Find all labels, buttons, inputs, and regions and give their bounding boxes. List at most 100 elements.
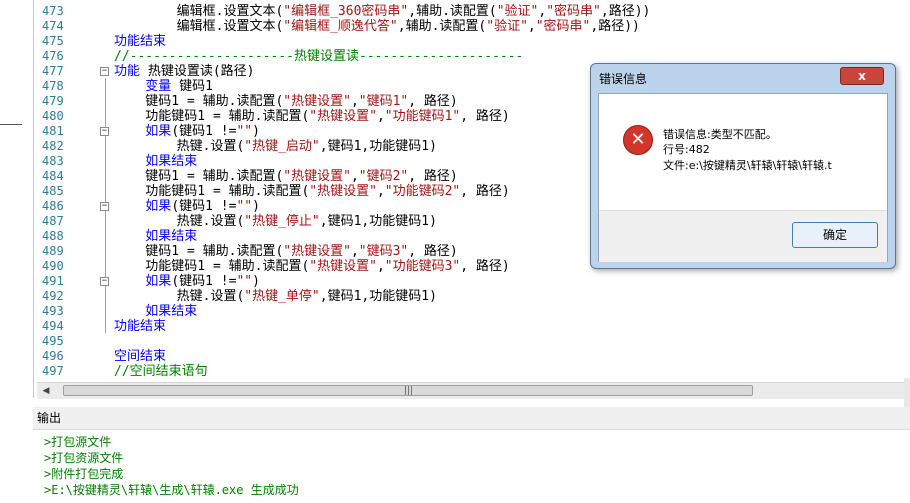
line-number: 492 — [42, 289, 64, 303]
code-token: "" — [236, 199, 253, 214]
code-line[interactable]: 编辑框.设置文本("编辑框_360密码串",辅助.读配置("验证","密码串",… — [114, 4, 651, 19]
line-number: 482 — [42, 139, 64, 153]
dialog-title: 错误信息 — [599, 72, 648, 86]
code-token: (键码1 != — [171, 199, 237, 214]
code-line[interactable]: 功能结束 — [114, 34, 166, 49]
code-token: 功能键码1 = 辅助.读配置( — [114, 109, 310, 124]
fold-toggle-icon[interactable]: − — [100, 67, 109, 76]
code-line[interactable]: 编辑框.设置文本("编辑框_顺逸代答",辅助.读配置("验证","密码串",路径… — [114, 19, 640, 34]
code-line[interactable]: 键码1 = 辅助.读配置("热键设置","键码1", 路径) — [114, 94, 457, 109]
code-token: 空间结束 — [114, 349, 167, 364]
output-line: >附件打包完成 — [44, 467, 124, 481]
code-line[interactable]: 热键.设置("热键_停止",键码1,功能键码1) — [114, 214, 437, 229]
code-line[interactable]: 如果结束 — [114, 304, 197, 319]
code-token: ,路径)) — [600, 4, 651, 19]
line-number: 480 — [42, 109, 64, 123]
code-token: 如果 — [114, 199, 172, 214]
left-panel-edge — [0, 0, 33, 400]
line-number: 494 — [42, 319, 64, 333]
code-token: 如果结束 — [114, 154, 198, 169]
code-line[interactable]: 如果结束 — [114, 154, 197, 169]
code-line[interactable]: //空间结束语句 — [114, 364, 208, 379]
code-token: 功能键码1 = 辅助.读配置( — [114, 259, 310, 274]
code-token: ,路径)) — [590, 19, 640, 34]
code-token: 如果结束 — [114, 304, 198, 319]
output-line: >打包源文件 — [44, 435, 112, 449]
dialog-footer: 确定 — [599, 210, 887, 262]
error-dialog: 错误信息 x ✕ 错误信息:类型不匹配。 行号:482 文件:e:\按键精灵\轩… — [590, 63, 896, 269]
line-number: 479 — [42, 94, 64, 108]
code-line[interactable]: 功能键码1 = 辅助.读配置("热键设置","功能键码3", 路径) — [114, 259, 509, 274]
code-token: "热键_停止" — [244, 214, 320, 229]
dialog-content: ✕ 错误信息:类型不匹配。 行号:482 文件:e:\按键精灵\轩辕\轩辕\轩辕… — [598, 93, 888, 262]
code-token: , — [350, 169, 359, 184]
line-number: 496 — [42, 349, 64, 363]
output-panel-header: 输出 — [33, 407, 910, 430]
code-token: ,键码1,功能键码1) — [319, 214, 437, 229]
line-number: 497 — [42, 364, 64, 378]
code-token: "密码串" — [535, 19, 591, 34]
ok-button[interactable]: 确定 — [792, 222, 878, 248]
code-token: "键码3" — [358, 244, 409, 259]
line-number: 474 — [42, 19, 64, 33]
code-token: 热键.设置( — [114, 214, 245, 229]
fold-toggle-icon[interactable]: − — [100, 277, 109, 286]
error-line-number: 行号:482 — [663, 143, 710, 156]
code-line[interactable]: 键码1 = 辅助.读配置("热键设置","键码2", 路径) — [114, 169, 458, 184]
code-line[interactable]: 键码1 = 辅助.读配置("热键设置","键码3", 路径) — [114, 244, 458, 259]
code-token: 如果结束 — [114, 229, 198, 244]
line-number: 489 — [42, 244, 64, 258]
code-token: ,辅助.读配置( — [397, 19, 487, 34]
code-token: , 路径) — [408, 244, 458, 259]
code-line[interactable]: 功能键码1 = 辅助.读配置("热键设置","功能键码1", 路径) — [114, 109, 510, 124]
fold-toggle-icon[interactable]: − — [100, 127, 109, 136]
code-token: "" — [236, 124, 253, 139]
code-token: 热键.设置( — [114, 289, 245, 304]
code-line[interactable]: 如果(键码1 !="") — [114, 199, 260, 214]
output-panel-title: 输出 — [37, 411, 62, 425]
code-line[interactable]: 空间结束 — [114, 349, 166, 364]
line-number: 481 — [42, 124, 64, 138]
code-line[interactable]: 功能键码1 = 辅助.读配置("热键设置","功能键码2", 路径) — [114, 184, 509, 199]
line-number: 478 — [42, 79, 64, 93]
code-line[interactable]: 功能结束 — [114, 319, 166, 334]
code-token: 如果 — [114, 124, 172, 139]
line-number-gutter: 473 474 475 476 477 478 479 480 481 482 483 484 485 4… — [34, 0, 86, 382]
code-token: 热键设置读(路径) — [140, 64, 255, 79]
code-token: ,键码1,功能键码1) — [319, 139, 437, 154]
line-number: 476 — [42, 49, 64, 63]
code-token: ,辅助.读配置( — [408, 4, 497, 19]
scroll-thumb[interactable]: ||| — [63, 385, 753, 396]
code-token: 编辑框.设置文本( — [114, 4, 284, 19]
code-line[interactable]: //---------------------热键设置读------------… — [114, 49, 523, 64]
code-token: "验证" — [486, 19, 528, 34]
code-token: //空间结束语句 — [114, 364, 208, 379]
code-token: , 路径) — [460, 109, 510, 124]
code-line[interactable]: 如果结束 — [114, 229, 197, 244]
horizontal-scrollbar[interactable]: ◀ ||| — [37, 382, 910, 399]
code-line[interactable]: 如果(键码1 !="") — [114, 274, 260, 289]
line-number: 485 — [42, 184, 64, 198]
code-line[interactable]: 功能 热键设置读(路径) — [114, 64, 255, 79]
fold-toggle-icon[interactable]: − — [100, 202, 109, 211]
code-line[interactable]: 变量 键码1 — [114, 79, 213, 94]
close-button[interactable]: x — [840, 67, 884, 85]
code-line[interactable]: 热键.设置("热键_启动",键码1,功能键码1) — [114, 139, 437, 154]
code-line[interactable]: 如果(键码1 !="") — [114, 124, 260, 139]
scroll-left-button[interactable]: ◀ — [39, 384, 53, 398]
code-token: 功能结束 — [114, 319, 167, 334]
error-icon-glyph: ✕ — [630, 129, 646, 150]
code-token: 键码1 = 辅助.读配置( — [114, 94, 284, 109]
line-number: 484 — [42, 169, 64, 183]
code-token: "热键设置" — [283, 169, 351, 184]
code-token: 键码1 = 辅助.读配置( — [114, 244, 284, 259]
code-line[interactable]: 热键.设置("热键_单停",键码1,功能键码1) — [114, 289, 437, 304]
code-token: , 路径) — [408, 169, 458, 184]
code-token: "键码1" — [358, 94, 409, 109]
code-token: ) — [252, 124, 260, 139]
output-line: >打包资源文件 — [44, 451, 124, 465]
output-panel[interactable]: >打包源文件 >打包资源文件 >附件打包完成 >E:\按键精灵\轩辕\生成\轩辕… — [33, 430, 910, 503]
code-token: ) — [252, 274, 260, 289]
code-token: , — [527, 19, 536, 34]
line-number: 486 — [42, 199, 64, 213]
